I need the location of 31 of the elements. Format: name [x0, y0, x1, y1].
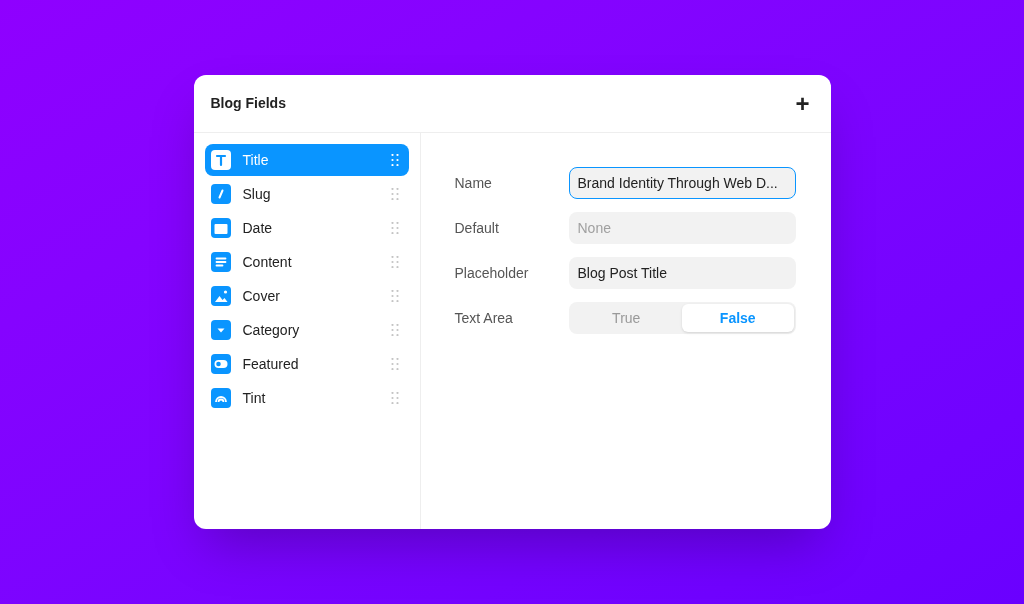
content-field-icon [210, 252, 231, 272]
field-list-item[interactable]: Slug [204, 178, 409, 210]
add-button[interactable]: + [791, 91, 814, 116]
property-label: Text Area [454, 308, 514, 328]
field-list-item[interactable]: Date [204, 212, 409, 244]
field-list-item[interactable]: Category [204, 314, 409, 346]
dropdown-field-icon [210, 320, 231, 340]
input-field[interactable]: Blog Post Title [568, 257, 796, 289]
drag-handle-icon[interactable] [390, 222, 399, 234]
slug-field-icon [210, 184, 231, 204]
field-list-item[interactable]: Tint [204, 382, 409, 414]
color-field-icon [210, 388, 231, 408]
field-list-item[interactable]: Cover [204, 280, 409, 312]
text-field-icon [210, 150, 231, 170]
property-label: Placeholder [454, 263, 530, 283]
drag-handle-icon[interactable] [390, 358, 399, 370]
drag-handle-icon[interactable] [390, 154, 399, 166]
drag-handle-icon[interactable] [390, 188, 399, 200]
drag-handle-icon[interactable] [390, 290, 399, 302]
drag-handle-icon[interactable] [390, 392, 399, 404]
property-label: Default [454, 218, 500, 238]
drag-handle-icon[interactable] [390, 256, 399, 268]
panel-title: Blog Fields [210, 94, 286, 113]
drag-handle-icon[interactable] [390, 324, 399, 336]
image-field-icon [210, 286, 231, 306]
field-list-item[interactable]: Featured [204, 348, 409, 380]
input-field[interactable]: Brand Identity Through Web D... [568, 167, 796, 199]
field-list-item[interactable]: Content [204, 246, 409, 278]
date-field-icon [210, 218, 231, 238]
toggle-field-icon [210, 354, 231, 374]
property-label: Name [454, 173, 493, 193]
